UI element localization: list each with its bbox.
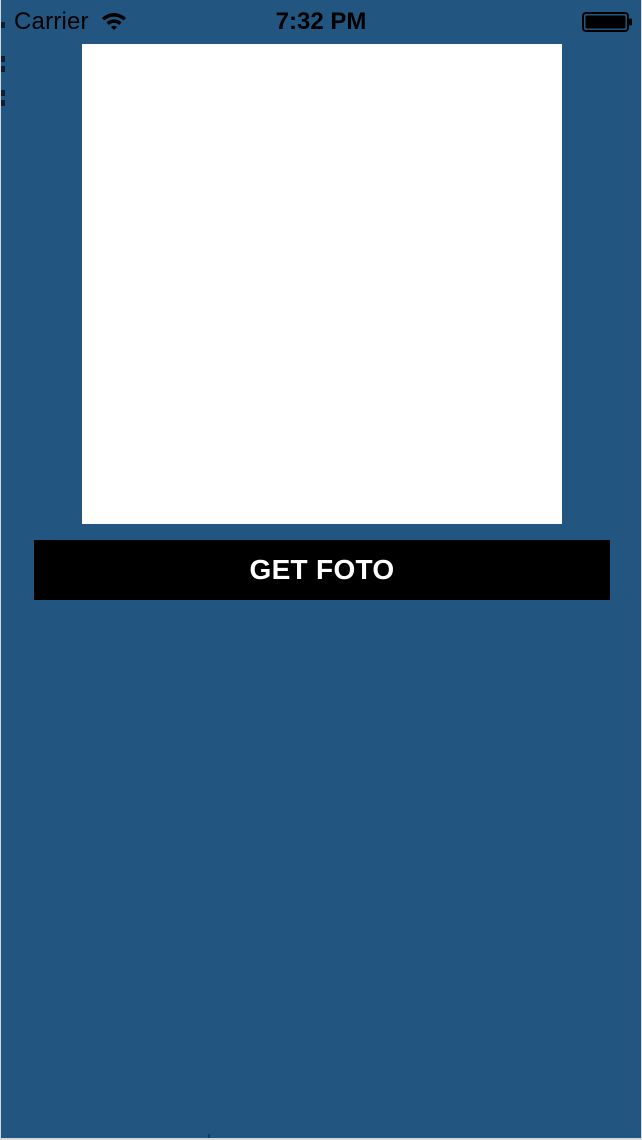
battery-icon xyxy=(582,12,632,32)
get-foto-button[interactable]: GET FOTO xyxy=(34,540,610,600)
photo-image-view xyxy=(82,44,562,524)
edge-mark xyxy=(1,22,5,28)
edge-mark xyxy=(1,100,5,106)
edge-mark xyxy=(1,66,5,72)
bottom-tick xyxy=(208,1134,210,1138)
clock-time: 7:32 PM xyxy=(275,8,367,35)
status-bar: Carrier 7:32 PM xyxy=(1,0,641,40)
app-screen: Carrier 7:32 PM GET FOTO xyxy=(1,0,641,1138)
edge-mark xyxy=(1,56,5,62)
edge-mark xyxy=(1,90,5,96)
